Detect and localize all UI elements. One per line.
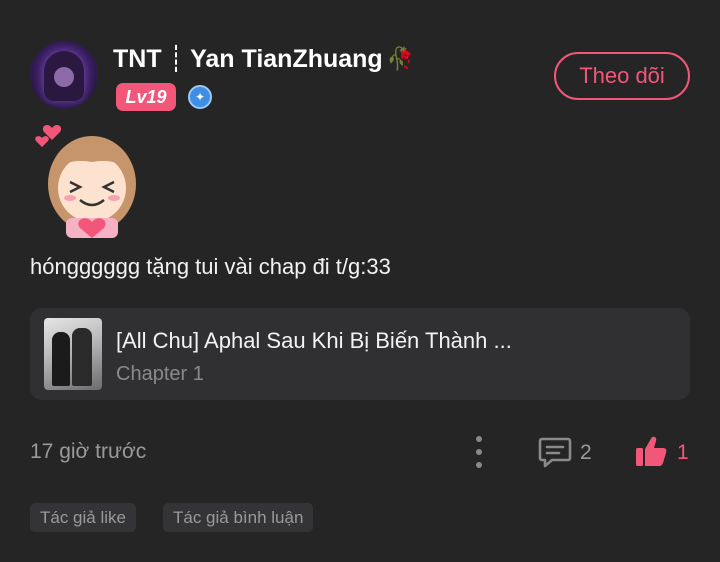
follow-button[interactable]: Theo dõi: [554, 52, 690, 100]
sticker-image: [35, 125, 136, 238]
verify-icon: ✦: [188, 85, 212, 109]
more-vertical-icon[interactable]: [468, 436, 490, 468]
rose-icon: 🥀: [386, 46, 415, 71]
comment-count: 2: [580, 441, 592, 464]
thumbs-up-icon[interactable]: [634, 434, 668, 468]
username[interactable]: TNT ┊ Yan TianZhuang 🥀: [113, 44, 414, 74]
chapter-cover-image: [44, 318, 102, 390]
username-text: TNT ┊ Yan TianZhuang: [113, 45, 383, 73]
chapter-card-subtitle: Chapter 1: [116, 363, 204, 385]
avatar[interactable]: [30, 41, 98, 109]
timestamp: 17 giờ trước: [30, 440, 147, 463]
tag-author-like: Tác giả like: [30, 503, 136, 532]
level-badge: Lv19: [116, 83, 176, 111]
chapter-card[interactable]: [All Chu] Aphal Sau Khi Bị Biến Thành ..…: [30, 308, 690, 400]
comment-text: hóngggggg tặng tui vài chap đi t/g:33: [30, 254, 391, 279]
like-count: 1: [677, 441, 689, 464]
tag-author-comment: Tác giả bình luận: [163, 503, 314, 532]
comment-icon[interactable]: [538, 436, 572, 468]
avatar-face: [54, 67, 74, 87]
chapter-card-title: [All Chu] Aphal Sau Khi Bị Biến Thành ..…: [116, 328, 512, 353]
